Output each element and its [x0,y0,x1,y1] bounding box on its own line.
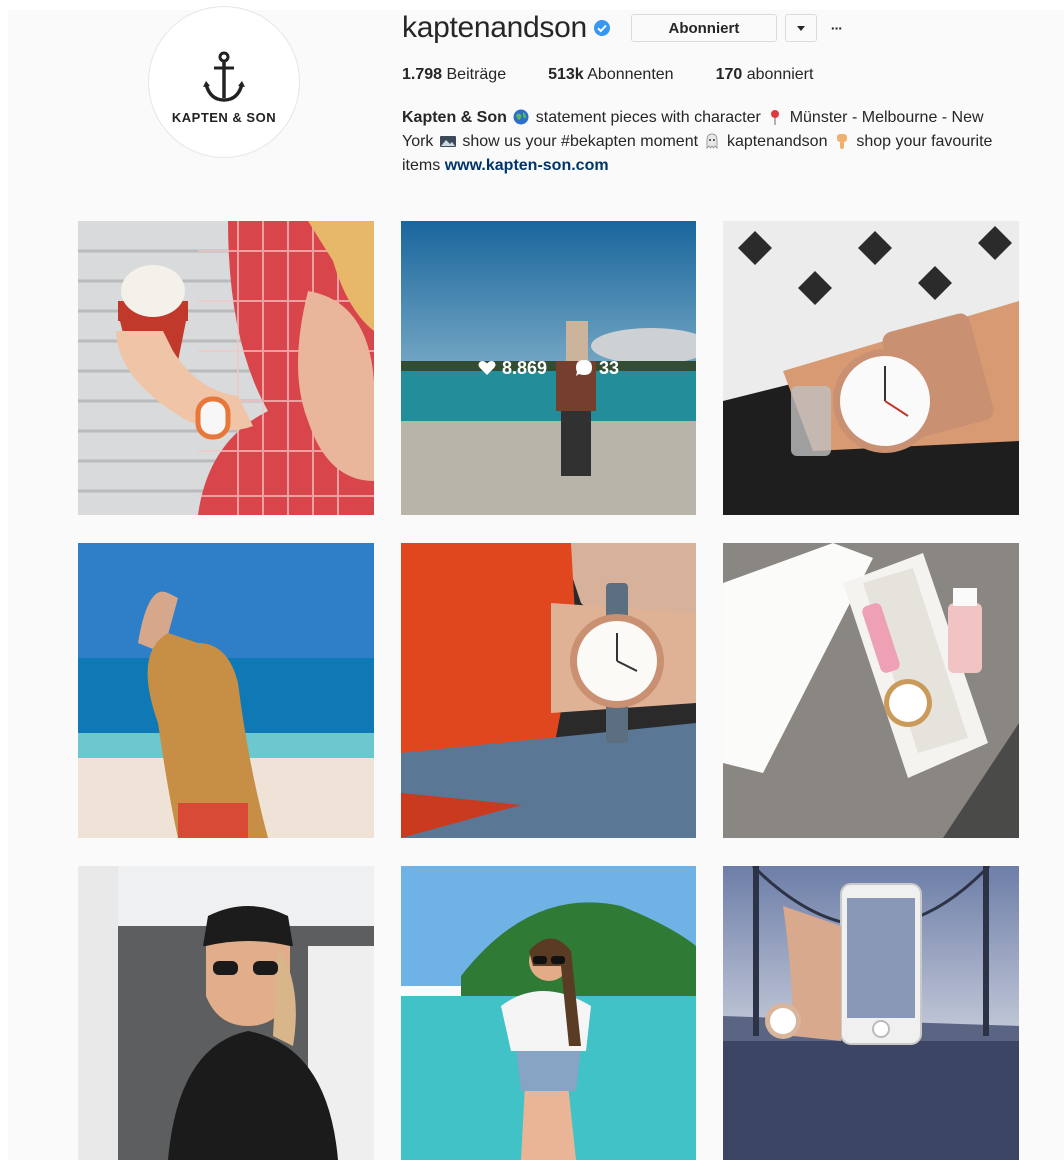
post-hover-overlay: 8.869 33 [401,221,696,515]
stat-posts: 1.798 Beiträge [402,66,506,84]
post-image [723,866,1019,1160]
likes-stat: 8.869 [478,358,547,379]
followers-label: Abonnenten [587,66,674,83]
posts-count: 1.798 [402,66,443,83]
likes-count: 8.869 [501,357,547,378]
posts-label: Beiträge [446,66,507,83]
post-image [78,866,374,1160]
comments-stat: 33 [575,358,619,379]
profile-username: kaptenandson [402,11,587,44]
avatar-brand-text: KAPTEN & SON [171,109,277,125]
post-beanie-man[interactable] [78,866,374,1160]
pin-icon [771,110,780,125]
post-image [723,221,1019,515]
anchor-icon [203,51,245,102]
post-phone-bridge[interactable] [723,866,1019,1160]
post-image [78,221,374,515]
bio-text-1: statement pieces with character [535,109,761,126]
profile-bio: Kapten & Son statement pieces with chara… [402,106,1002,178]
heart-icon [478,360,496,375]
post-image [723,543,1019,838]
following-label: abonniert [746,66,814,83]
post-marble-watch[interactable] [723,221,1019,515]
post-image [401,866,696,1160]
ghost-icon [707,133,718,149]
subscribed-button[interactable]: Abonniert [630,14,777,42]
following-count: 170 [715,66,743,83]
post-bikini-beach[interactable] [401,866,696,1160]
bio-text-2: Münster - [789,109,858,126]
suggestions-dropdown-button[interactable] [784,14,817,42]
pointing-hand-icon [836,134,847,149]
bio-text-5: kaptenandson [726,133,828,150]
comments-count: 33 [599,357,620,378]
window-left-edge [0,0,8,1160]
post-red-sweater-watch[interactable] [401,543,696,838]
followers-count: 513k [548,66,584,83]
post-beach-piggyback[interactable]: 8.869 33 [401,221,696,515]
post-image [78,543,374,838]
caret-down-icon [796,25,805,31]
verified-badge-icon [593,20,610,36]
profile-stats: 1.798 Beiträge 513k Abonnenten 170 abonn… [402,66,855,84]
bio-name: Kapten & Son [402,109,507,126]
bio-text-4: show us your #bekapten moment [462,133,699,150]
profile-avatar[interactable]: KAPTEN & SON [148,6,300,158]
profile-header-row: kaptenandson Abonniert ··· [402,10,843,46]
globe-icon [513,109,529,125]
bio-website-link[interactable]: www.kapten-son.com [445,157,609,174]
more-options-button[interactable]: ··· [831,20,843,36]
stat-followers[interactable]: 513k Abonnenten [548,66,673,84]
post-icecream-watch[interactable] [78,221,374,515]
post-image [401,543,696,838]
stat-following[interactable]: 170 abonniert [716,66,814,84]
comment-icon [576,360,592,376]
post-ocean-wave[interactable] [78,543,374,838]
window-top-edge [0,0,1064,10]
photo-icon [439,136,456,147]
post-gift-box[interactable] [723,543,1019,838]
